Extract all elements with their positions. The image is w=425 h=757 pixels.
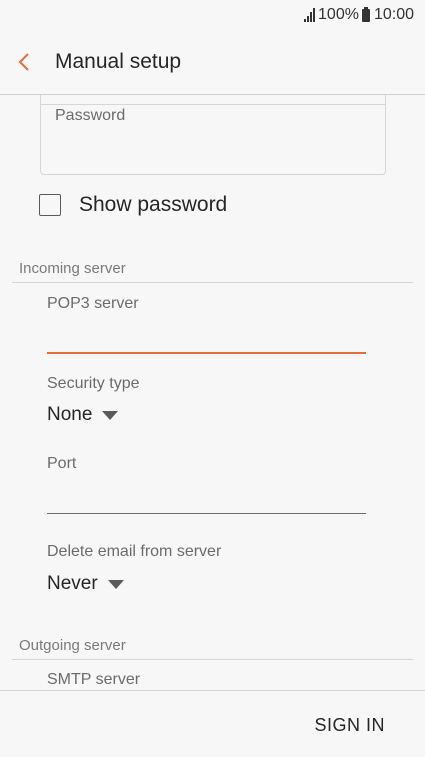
field-divider (41, 104, 385, 105)
smtp-server-label: SMTP server (47, 671, 141, 688)
signal-icon (304, 8, 316, 22)
page-title: Manual setup (55, 50, 182, 73)
battery-icon (361, 6, 370, 22)
dropdown-arrow-icon (102, 410, 119, 420)
app-bar: Manual setup (0, 30, 425, 95)
input-underline (47, 513, 366, 514)
pop3-server-input[interactable] (47, 318, 366, 354)
delete-email-label: Delete email from server (47, 543, 222, 560)
input-underline (47, 352, 366, 354)
form-content[interactable]: Password Show password Incoming server P… (0, 95, 425, 690)
battery-percentage: 100% (318, 6, 359, 23)
section-divider (12, 282, 413, 283)
pop3-server-label: POP3 server (47, 295, 139, 312)
status-bar: 100% 10:00 (0, 0, 425, 30)
security-type-value: None (47, 404, 93, 425)
status-indicators: 100% 10:00 (304, 5, 414, 25)
show-password-checkbox[interactable]: Show password (39, 193, 227, 217)
show-password-label: Show password (79, 193, 228, 216)
dropdown-arrow-icon (107, 579, 124, 589)
password-label: Password (55, 107, 126, 124)
port-input[interactable] (47, 478, 366, 514)
delete-email-value: Never (47, 573, 98, 594)
section-divider (12, 659, 413, 660)
chevron-left-icon (18, 53, 29, 71)
delete-email-dropdown[interactable]: Never (47, 573, 124, 595)
checkbox-icon[interactable] (39, 194, 61, 216)
outgoing-server-header: Outgoing server (19, 637, 126, 654)
clock: 10:00 (373, 6, 414, 23)
security-type-label: Security type (47, 375, 140, 392)
bottom-action-bar: SIGN IN (0, 690, 425, 757)
incoming-server-header: Incoming server (19, 260, 126, 277)
security-type-dropdown[interactable]: None (47, 404, 119, 426)
sign-in-button[interactable]: SIGN IN (314, 715, 385, 736)
password-field[interactable]: Password (40, 95, 386, 175)
back-button[interactable] (12, 44, 42, 80)
port-label: Port (47, 455, 77, 472)
